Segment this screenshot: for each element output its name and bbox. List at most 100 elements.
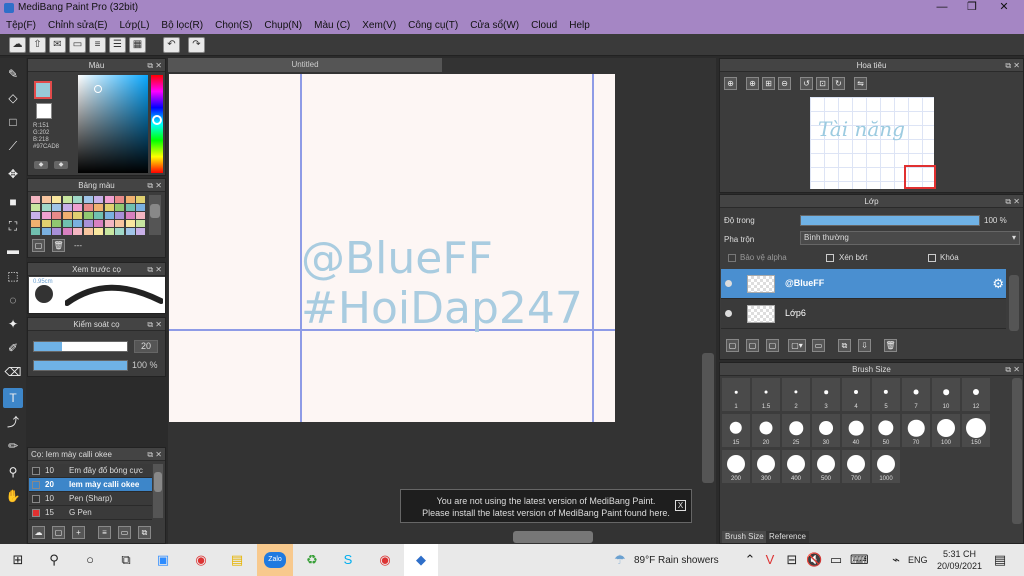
palette-swatch[interactable] <box>136 196 145 203</box>
palette-swatch[interactable] <box>136 220 145 227</box>
upload-icon[interactable]: ⇧ <box>29 37 46 53</box>
flip-icon[interactable]: ⇋ <box>854 77 867 90</box>
palette-swatch[interactable] <box>83 212 93 219</box>
redo-icon[interactable]: ↷ <box>188 37 205 53</box>
palette-swatch[interactable] <box>94 196 103 203</box>
palette-swatch[interactable] <box>125 204 135 211</box>
shape-tool-icon[interactable]: □ <box>3 112 23 132</box>
brush-list-scrollbar[interactable] <box>153 464 163 518</box>
skype-icon[interactable]: S <box>340 552 356 568</box>
tab-brush-size[interactable]: Brush Size <box>722 531 767 543</box>
chrome-icon[interactable]: ◉ <box>193 552 209 568</box>
palette-swatch[interactable] <box>136 204 145 211</box>
brush-size-cell[interactable]: 30 <box>812 414 840 447</box>
palette-swatch[interactable] <box>52 204 61 211</box>
protect-alpha-checkbox[interactable] <box>728 254 736 262</box>
menu-view[interactable]: Xem(V) <box>362 20 396 31</box>
blur-tool-icon[interactable]: ✏ <box>3 436 23 456</box>
menu-cloud[interactable]: Cloud <box>531 20 557 31</box>
gradient-tool-icon[interactable]: ▬ <box>3 240 23 260</box>
brush-size-cell[interactable]: 70 <box>902 414 930 447</box>
close-button[interactable]: ✕ <box>988 0 1020 16</box>
lasso-icon[interactable]: ◌ <box>3 290 23 310</box>
maximize-button[interactable]: ❐ <box>956 0 988 16</box>
menu-file[interactable]: Tệp(F) <box>6 20 36 31</box>
brush-size-cell[interactable]: 15 <box>722 414 750 447</box>
panel-controls-icon[interactable]: ⧉ ✕ <box>1005 59 1020 72</box>
cortana-icon[interactable]: ○ <box>82 552 98 568</box>
palette-swatch[interactable] <box>104 220 114 227</box>
palette-swatch[interactable] <box>115 212 124 219</box>
document-tab[interactable]: Untitled <box>168 58 442 72</box>
foreground-color-swatch[interactable] <box>34 81 52 99</box>
palette-swatch[interactable] <box>41 204 51 211</box>
palette-swatch[interactable] <box>52 220 61 227</box>
palette-swatch[interactable] <box>83 196 93 203</box>
palette-swatch[interactable] <box>83 220 93 227</box>
duplicate-brush-icon[interactable]: ⧉ <box>138 526 151 539</box>
brush-list-item[interactable]: 10 Em đây đổ bóng cực <box>29 464 152 478</box>
clock[interactable]: 5:31 CH 20/09/2021 <box>937 548 982 572</box>
menu-color[interactable]: Màu (C) <box>314 20 350 31</box>
cloud-brush-icon[interactable]: ☁ <box>32 526 45 539</box>
zalo-app[interactable]: Zalo <box>257 544 293 576</box>
new-layer-8bit-icon[interactable]: ▢ <box>746 339 759 352</box>
brush-size-cell[interactable]: 12 <box>962 378 990 411</box>
brush-size-cell[interactable]: 4 <box>842 378 870 411</box>
palette-swatch[interactable] <box>73 204 82 211</box>
layer-folder-icon[interactable]: ▭ <box>812 339 825 352</box>
document-icon[interactable]: ≡ <box>89 37 106 53</box>
tab-reference[interactable]: Reference <box>766 531 809 543</box>
palette-swatch[interactable] <box>31 220 40 227</box>
menu-layer[interactable]: Lớp(L) <box>120 20 150 31</box>
menu-snap[interactable]: Chụp(N) <box>264 20 302 31</box>
new-layer-1bit-icon[interactable]: ▢ <box>766 339 779 352</box>
volume-icon[interactable]: 🔇 <box>806 552 822 568</box>
canvas-text-layer[interactable]: @BlueFF #HoiDap247 <box>301 234 583 334</box>
monitor-icon[interactable]: ▭ <box>828 552 844 568</box>
brush-size-cell[interactable]: 400 <box>782 450 810 483</box>
brush-size-scrollbar[interactable] <box>1012 378 1022 524</box>
magic-wand-icon[interactable]: ✦ <box>3 314 23 334</box>
duplicate-layer-icon[interactable]: ⧉ <box>838 339 851 352</box>
palette-swatch[interactable] <box>83 228 93 235</box>
delete-palette-icon[interactable]: 🗑 <box>52 239 65 252</box>
brush-tool-icon[interactable]: ✎ <box>3 64 23 84</box>
file-explorer-icon[interactable]: ▤ <box>229 552 245 568</box>
brush-size-value[interactable]: 20 <box>134 340 158 353</box>
delete-layer-icon[interactable]: 🗑 <box>884 339 897 352</box>
navigator-preview[interactable]: Tài năng <box>810 97 936 189</box>
notification-center-icon[interactable]: ▤ <box>992 552 1008 568</box>
eyedropper-icon[interactable]: ⚲ <box>3 462 23 482</box>
brush-size-cell[interactable]: 5 <box>872 378 900 411</box>
rotate-right-icon[interactable]: ↻ <box>832 77 845 90</box>
hand-tool-icon[interactable]: ✋ <box>3 486 23 506</box>
layer-row[interactable]: Lớp6 <box>721 299 1006 329</box>
pen-tool-icon[interactable]: ⟋ <box>3 136 23 156</box>
palette-swatch[interactable] <box>125 220 135 227</box>
brush-size-cell[interactable]: 2 <box>782 378 810 411</box>
notification-close-button[interactable]: X <box>675 500 686 511</box>
panel-controls-icon[interactable]: ⧉ ✕ <box>147 318 162 331</box>
fill-rect-icon[interactable]: ■ <box>3 192 23 212</box>
lock-checkbox[interactable] <box>928 254 936 262</box>
select-rect-icon[interactable]: ⬚ <box>3 266 23 286</box>
palette-swatch[interactable] <box>73 212 82 219</box>
brush-size-cell[interactable]: 10 <box>932 378 960 411</box>
brush-size-cell[interactable]: 1.5 <box>752 378 780 411</box>
palette-swatch[interactable] <box>62 204 72 211</box>
zoom-in-icon[interactable]: ⊕ <box>724 77 737 90</box>
menu-help[interactable]: Help <box>569 20 590 31</box>
brush-size-cell[interactable]: 50 <box>872 414 900 447</box>
palette-swatch[interactable] <box>115 220 124 227</box>
brush-settings-icon[interactable]: ≡ <box>98 526 111 539</box>
panel-controls-icon[interactable]: ⧉ ✕ <box>147 263 162 276</box>
medibang-app[interactable]: ◆ <box>404 544 438 576</box>
cloud-icon[interactable]: ☁ <box>9 37 26 53</box>
weather-text[interactable]: 89°F Rain showers <box>634 555 719 566</box>
brush-list-item[interactable]: 20 Iem mày calli okee <box>29 478 152 492</box>
brush-size-cell[interactable]: 25 <box>782 414 810 447</box>
palette-swatch[interactable] <box>31 196 40 203</box>
rotate-left-icon[interactable]: ↺ <box>800 77 813 90</box>
list-icon[interactable]: ☰ <box>109 37 126 53</box>
